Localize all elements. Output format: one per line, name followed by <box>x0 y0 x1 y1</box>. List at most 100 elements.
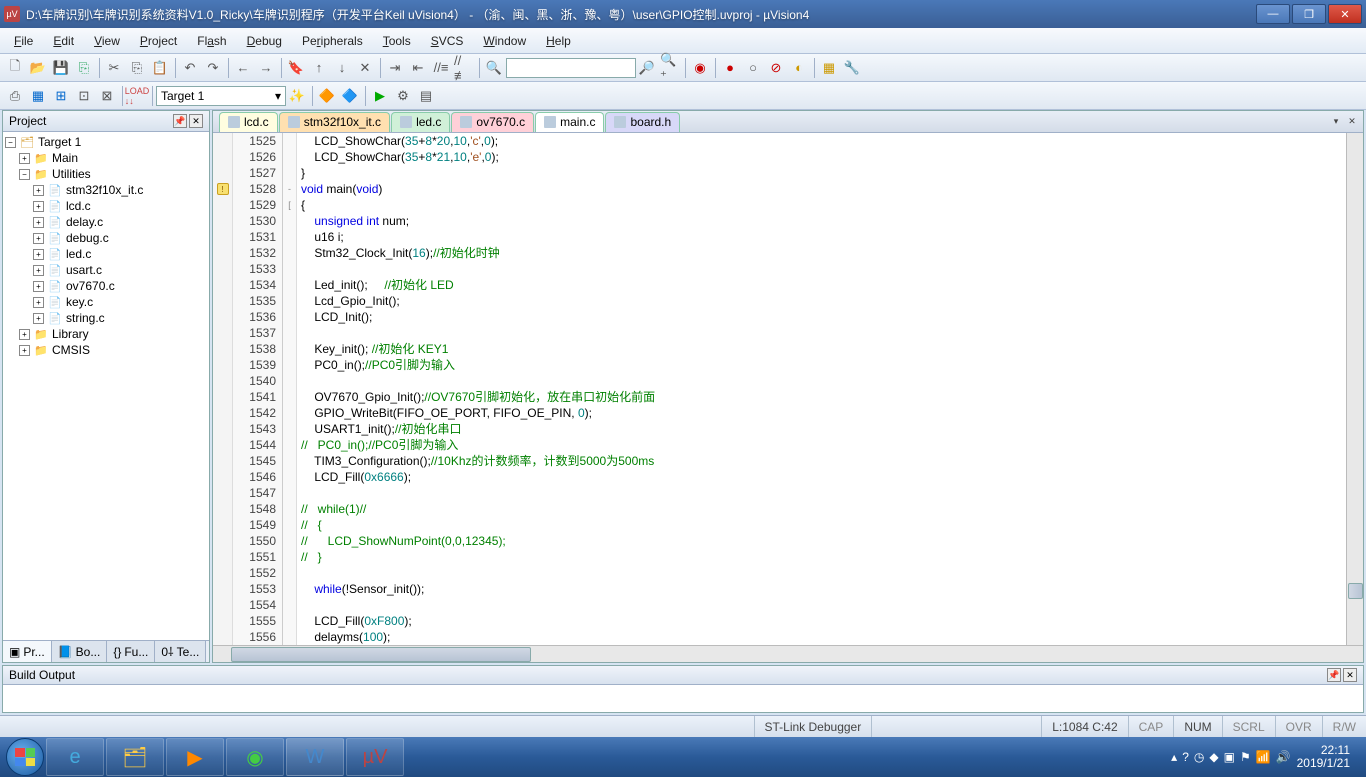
menu-help[interactable]: Help <box>536 30 581 52</box>
tree-toggle-icon[interactable]: + <box>33 281 44 292</box>
tree-file[interactable]: +📄key.c <box>5 294 207 310</box>
tree-toggle-icon[interactable]: + <box>19 153 30 164</box>
breakpoint-enable-icon[interactable]: ◐ <box>788 57 810 79</box>
code-text[interactable]: LCD_ShowChar(35+8*20,10,'c',0); LCD_Show… <box>297 133 1363 645</box>
file-tab[interactable]: stm32f10x_it.c <box>279 112 390 132</box>
open-file-icon[interactable]: 📂 <box>27 57 49 79</box>
task-browser[interactable]: ◉ <box>226 738 284 776</box>
indent-icon[interactable]: ⇥ <box>384 57 406 79</box>
bookmark-icon[interactable]: 🔖 <box>285 57 307 79</box>
maximize-button[interactable]: ❐ <box>1292 4 1326 24</box>
save-all-icon[interactable]: ⎘ <box>73 57 95 79</box>
hscroll-thumb[interactable] <box>231 647 531 662</box>
build-output-body[interactable] <box>3 685 1363 709</box>
panel-pin-icon[interactable]: 📌 <box>173 114 187 128</box>
menu-window[interactable]: Window <box>473 30 536 52</box>
menu-debug[interactable]: Debug <box>237 30 292 52</box>
menu-view[interactable]: View <box>84 30 130 52</box>
find-in-files-icon[interactable]: 🔎 <box>636 57 658 79</box>
config-icon[interactable]: 🔧 <box>841 57 863 79</box>
panel-tab-books[interactable]: 📘Bo... <box>52 641 108 662</box>
tree-file[interactable]: +📄led.c <box>5 246 207 262</box>
tree-toggle-icon[interactable]: + <box>33 201 44 212</box>
vertical-scrollbar[interactable] <box>1346 133 1363 645</box>
comment-icon[interactable]: //≡ <box>430 57 452 79</box>
find-combo[interactable] <box>506 58 636 78</box>
target-options-icon[interactable]: ✨ <box>286 85 308 107</box>
menu-project[interactable]: Project <box>130 30 187 52</box>
vscroll-thumb[interactable] <box>1348 583 1363 599</box>
horizontal-scrollbar[interactable] <box>213 645 1363 662</box>
target-select[interactable]: Target 1▾ <box>156 86 286 106</box>
find-icon[interactable]: 🔍 <box>483 57 505 79</box>
panel-tab-functions[interactable]: {}Fu... <box>107 641 155 662</box>
tree-toggle-icon[interactable]: + <box>33 249 44 260</box>
task-explorer[interactable]: 🗂 <box>106 738 164 776</box>
download-icon[interactable]: LOAD↓↓ <box>126 85 148 107</box>
tree-toggle-icon[interactable]: − <box>19 169 30 180</box>
panel-tab-project[interactable]: ▣Pr... <box>3 641 52 662</box>
new-file-icon[interactable]: 🗋 <box>4 57 26 79</box>
tree-file[interactable]: +📄string.c <box>5 310 207 326</box>
tree-toggle-icon[interactable]: + <box>33 217 44 228</box>
tray-security-icon[interactable]: ◷ <box>1194 750 1204 764</box>
manage-icon[interactable]: 🔶 <box>316 85 338 107</box>
tray-volume-icon[interactable]: 🔊 <box>1276 750 1291 764</box>
tray-flag-icon[interactable]: ⚑ <box>1240 750 1251 764</box>
tray-clock[interactable]: 22:11 2019/1/21 <box>1297 744 1350 770</box>
manage-multi-icon[interactable]: 🔷 <box>339 85 361 107</box>
file-tab[interactable]: board.h <box>605 112 680 132</box>
code-area[interactable]: ! 15251526152715281529153015311532153315… <box>213 133 1363 645</box>
paste-icon[interactable]: 📋 <box>149 57 171 79</box>
close-button[interactable]: ✕ <box>1328 4 1362 24</box>
nav-fwd-icon[interactable]: → <box>255 57 277 79</box>
tab-close-icon[interactable]: ✕ <box>1345 115 1359 129</box>
tray-app2-icon[interactable]: ▣ <box>1224 750 1235 764</box>
breakpoint-disable-icon[interactable]: ○ <box>742 57 764 79</box>
copy-icon[interactable]: ⎘ <box>126 57 148 79</box>
tree-toggle-icon[interactable]: + <box>33 265 44 276</box>
tree-toggle-icon[interactable]: + <box>19 345 30 356</box>
incremental-find-icon[interactable]: 🔍⁺ <box>659 57 681 79</box>
tree-folder[interactable]: +📁Library <box>5 326 207 342</box>
build-pin-icon[interactable]: 📌 <box>1327 668 1341 682</box>
outdent-icon[interactable]: ⇤ <box>407 57 429 79</box>
tray-up-icon[interactable]: ▴ <box>1171 750 1177 764</box>
tray-app1-icon[interactable]: ◆ <box>1209 750 1218 764</box>
tray-help-icon[interactable]: ? <box>1182 750 1189 764</box>
tree-folder[interactable]: −📁Utilities <box>5 166 207 182</box>
build-icon[interactable]: ▦ <box>27 85 49 107</box>
file-tab[interactable]: main.c <box>535 112 604 132</box>
tree-file[interactable]: +📄lcd.c <box>5 198 207 214</box>
run-icon[interactable]: ▶ <box>369 85 391 107</box>
bookmark-next-icon[interactable]: ↓ <box>331 57 353 79</box>
tree-collapse-icon[interactable]: − <box>5 137 16 148</box>
panel-tab-templates[interactable]: 0⸸Te... <box>155 641 206 662</box>
tray-network-icon[interactable]: 📶 <box>1256 750 1271 764</box>
tree-file[interactable]: +📄delay.c <box>5 214 207 230</box>
breakpoint-kill-icon[interactable]: ⊘ <box>765 57 787 79</box>
file-tab[interactable]: ov7670.c <box>451 112 534 132</box>
menu-edit[interactable]: Edit <box>43 30 84 52</box>
tree-toggle-icon[interactable]: + <box>33 313 44 324</box>
redo-icon[interactable]: ↷ <box>202 57 224 79</box>
menu-svcs[interactable]: SVCS <box>421 30 474 52</box>
tray-icons[interactable]: ▴ ? ◷ ◆ ▣ ⚑ 📶 🔊 <box>1171 750 1290 764</box>
menu-file[interactable]: File <box>4 30 43 52</box>
minimize-button[interactable]: — <box>1256 4 1290 24</box>
batch-build-icon[interactable]: ⊡ <box>73 85 95 107</box>
file-tab[interactable]: lcd.c <box>219 112 278 132</box>
save-icon[interactable]: 💾 <box>50 57 72 79</box>
bookmark-clear-icon[interactable]: ✕ <box>354 57 376 79</box>
menu-flash[interactable]: Flash <box>187 30 236 52</box>
tree-toggle-icon[interactable]: + <box>33 233 44 244</box>
file-tab[interactable]: led.c <box>391 112 450 132</box>
start-button[interactable] <box>6 738 44 776</box>
fold-column[interactable]: -[ <box>283 133 297 645</box>
task-ie[interactable]: e <box>46 738 104 776</box>
window-icon[interactable]: ▦ <box>818 57 840 79</box>
cut-icon[interactable]: ✂ <box>103 57 125 79</box>
task-uvision[interactable]: µV <box>346 738 404 776</box>
tree-file[interactable]: +📄usart.c <box>5 262 207 278</box>
tree-folder[interactable]: +📁Main <box>5 150 207 166</box>
